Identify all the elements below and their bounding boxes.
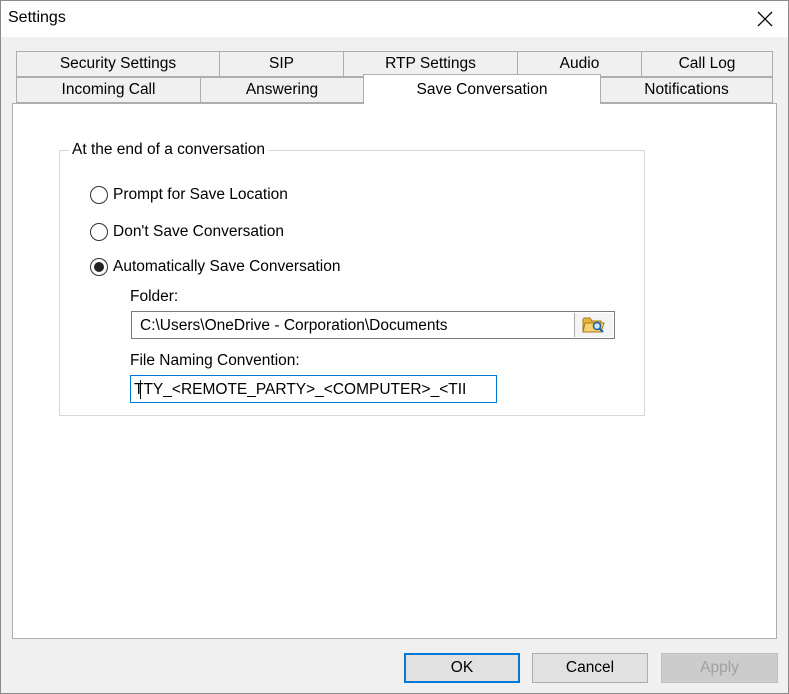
tab-label: Incoming Call: [61, 81, 156, 98]
tab-label: SIP: [269, 55, 294, 72]
tab-sip[interactable]: SIP: [219, 51, 344, 77]
naming-convention-input[interactable]: TTY_<REMOTE_PARTY>_<COMPUTER>_<TII: [130, 375, 497, 403]
close-icon: [757, 11, 773, 27]
tab-label: RTP Settings: [385, 55, 476, 72]
naming-convention-label: File Naming Convention:: [130, 352, 300, 369]
ok-button[interactable]: OK: [404, 653, 520, 683]
radio-dont-save[interactable]: Don't Save Conversation: [90, 223, 284, 241]
tab-label: Security Settings: [59, 55, 177, 72]
window-title: Settings: [8, 9, 66, 26]
cancel-button[interactable]: Cancel: [532, 653, 648, 683]
button-label: Cancel: [565, 659, 615, 676]
radio-circle: [90, 186, 108, 204]
tab-label: Save Conversation: [416, 80, 548, 98]
settings-window: Settings Security Settings SIP RTP Setti…: [0, 0, 789, 694]
tab-label: Audio: [559, 55, 600, 72]
radio-auto-save[interactable]: Automatically Save Conversation: [90, 258, 340, 276]
radio-label: Automatically Save Conversation: [113, 258, 341, 275]
text-caret: [140, 380, 141, 399]
folder-field[interactable]: C:\Users\OneDrive - Corporation\Document…: [131, 311, 615, 339]
tab-label: Call Log: [678, 55, 736, 72]
tab-incoming-call[interactable]: Incoming Call: [16, 77, 201, 103]
tab-answering[interactable]: Answering: [200, 77, 364, 103]
tab-notifications[interactable]: Notifications: [600, 77, 773, 103]
button-label: OK: [450, 659, 474, 676]
close-button[interactable]: [742, 1, 788, 37]
radio-dot: [94, 262, 104, 272]
folder-label: Folder:: [130, 288, 179, 305]
button-label: Apply: [700, 659, 739, 676]
group-title: At the end of a conversation: [69, 141, 269, 159]
naming-convention-value: TTY_<REMOTE_PARTY>_<COMPUTER>_<TII: [134, 381, 467, 398]
title-bar: Settings: [1, 1, 788, 37]
tab-security-settings[interactable]: Security Settings: [16, 51, 220, 77]
radio-prompt-save-location[interactable]: Prompt for Save Location: [90, 186, 288, 204]
tab-save-conversation[interactable]: Save Conversation: [363, 74, 601, 104]
radio-label: Prompt for Save Location: [113, 186, 288, 203]
tab-call-log[interactable]: Call Log: [641, 51, 773, 77]
tab-label: Answering: [245, 81, 319, 98]
apply-button[interactable]: Apply: [661, 653, 778, 683]
radio-circle-selected: [90, 258, 108, 276]
browse-folder-button[interactable]: [574, 313, 613, 337]
radio-label: Don't Save Conversation: [113, 223, 284, 240]
tab-label: Notifications: [644, 81, 729, 98]
folder-browse-icon: [582, 317, 605, 333]
radio-circle: [90, 223, 108, 241]
folder-path: C:\Users\OneDrive - Corporation\Document…: [140, 317, 448, 334]
